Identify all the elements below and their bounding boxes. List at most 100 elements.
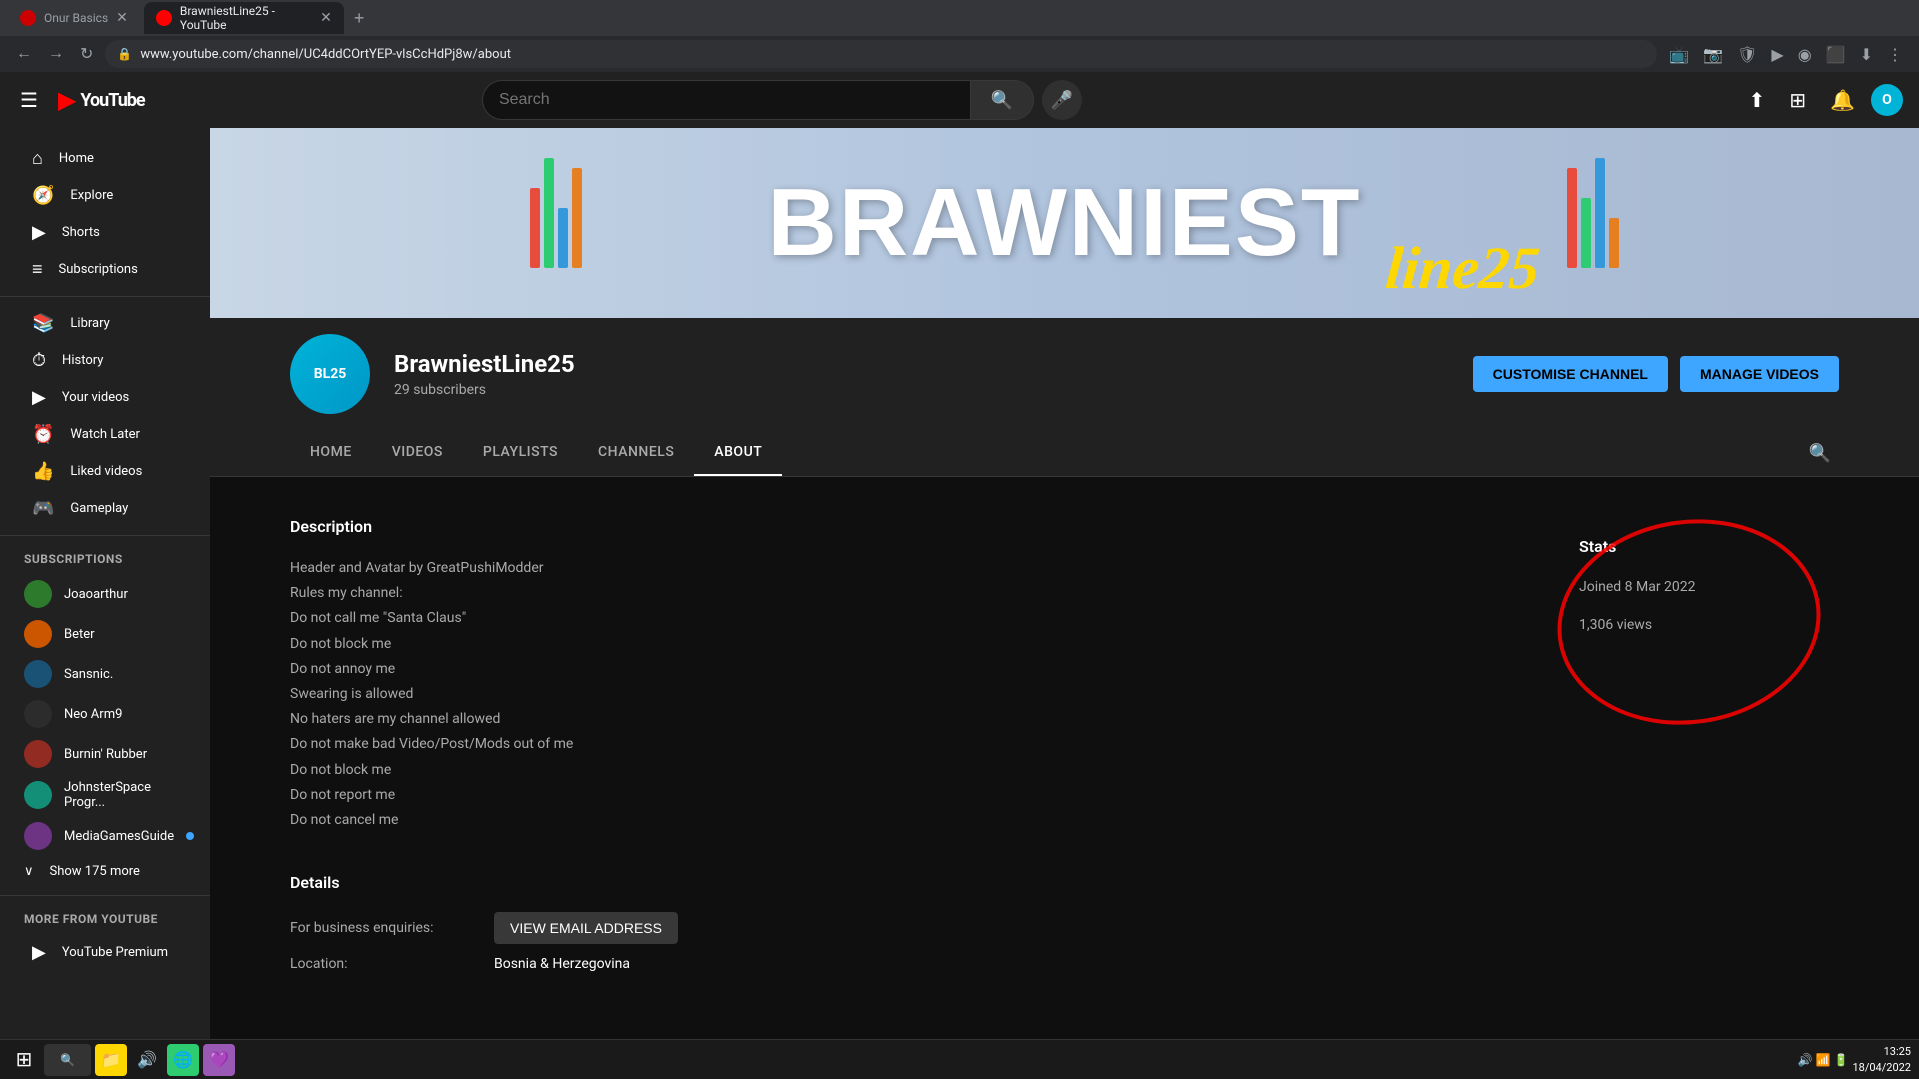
sub-joaoarthur[interactable]: Joaoarthur bbox=[0, 574, 210, 614]
photo-icon[interactable]: 📷 bbox=[1699, 41, 1727, 68]
banner-main-text: BRAWNIEST bbox=[768, 168, 1362, 278]
show-more-button[interactable]: ∨ Show 175 more bbox=[0, 856, 210, 887]
mic-button[interactable]: 🎤 bbox=[1042, 80, 1082, 120]
taskbar-app-3[interactable]: 🌐 bbox=[167, 1044, 199, 1076]
clock: 13:25 bbox=[1852, 1044, 1911, 1059]
date: 18/04/2022 bbox=[1852, 1060, 1911, 1075]
your-videos-icon: ▶ bbox=[32, 387, 46, 408]
settings-icon[interactable]: ⋮ bbox=[1883, 41, 1907, 68]
description-text: Header and Avatar by GreatPushiModder Ru… bbox=[290, 556, 1499, 833]
ext1-icon[interactable]: ▶ bbox=[1767, 41, 1787, 68]
search-taskbar-icon: 🔍 bbox=[60, 1053, 75, 1067]
url-box[interactable]: 🔒 www.youtube.com/channel/UC4ddCOrtYEP-v… bbox=[105, 40, 1657, 68]
tab-onur[interactable]: Onur Basics ✕ bbox=[8, 2, 140, 34]
view-email-button[interactable]: VIEW EMAIL ADDRESS bbox=[494, 912, 678, 944]
notifications-button[interactable]: 🔔 bbox=[1822, 80, 1863, 121]
sub-neoarm9[interactable]: Neo Arm9 bbox=[0, 694, 210, 734]
yt-header: ☰ ▶ YouTube 🔍 🎤 ⬆ ⊞ 🔔 O bbox=[0, 72, 1919, 128]
channel-banner: BRAWNIEST line25 bbox=[210, 128, 1919, 318]
stats-box: Stats Joined 8 Mar 2022 1,306 views bbox=[1559, 517, 1839, 673]
sidebar-label-home: Home bbox=[59, 151, 94, 166]
ext3-icon[interactable]: ⬛ bbox=[1822, 41, 1850, 68]
search-button[interactable]: 🔍 bbox=[970, 80, 1034, 120]
yt-logo[interactable]: ▶ YouTube bbox=[58, 86, 145, 114]
taskbar: ⊞ 🔍 📁 🔊 🌐 💜 🔊 📶 🔋 13:25 18/04/2022 bbox=[0, 1039, 1919, 1079]
sidebar-item-explore[interactable]: 🧭 Explore bbox=[8, 177, 202, 214]
sidebar-item-your-videos[interactable]: ▶ Your videos bbox=[8, 379, 202, 416]
search-icon: 🔍 bbox=[991, 90, 1013, 111]
sub-avatar-neoarm9 bbox=[24, 700, 52, 728]
search-input[interactable] bbox=[482, 80, 970, 120]
channel-avatar: BL25 bbox=[290, 334, 370, 414]
sub-name-sansnic: Sansnic. bbox=[64, 667, 113, 682]
taskbar-app-4[interactable]: 💜 bbox=[203, 1044, 235, 1076]
sub-avatar-sansnic bbox=[24, 660, 52, 688]
apps-button[interactable]: ⊞ bbox=[1781, 80, 1814, 121]
new-tab-button[interactable]: + bbox=[348, 8, 371, 29]
download-icon[interactable]: ⬇ bbox=[1856, 41, 1877, 68]
ext2-icon[interactable]: ◉ bbox=[1794, 41, 1816, 68]
sub-beter[interactable]: Beter bbox=[0, 614, 210, 654]
tab-close-onur[interactable]: ✕ bbox=[116, 10, 128, 26]
taskbar-search[interactable]: 🔍 bbox=[44, 1044, 91, 1076]
tab-yt[interactable]: BrawniestLine25 - YouTube ✕ bbox=[144, 2, 344, 34]
sub-avatar-beter bbox=[24, 620, 52, 648]
details-title: Details bbox=[290, 873, 1499, 892]
more-from-yt-title: MORE FROM YOUTUBE bbox=[24, 912, 186, 926]
taskbar-app-2[interactable]: 🔊 bbox=[131, 1044, 163, 1076]
hamburger-button[interactable]: ☰ bbox=[16, 84, 42, 117]
shorts-icon: ▶ bbox=[32, 222, 46, 243]
taskbar-right: 🔊 📶 🔋 13:25 18/04/2022 bbox=[1798, 1044, 1911, 1075]
tab-favicon-yt bbox=[156, 10, 172, 26]
sub-burnin-rubber[interactable]: Burnin' Rubber bbox=[0, 734, 210, 774]
sidebar-item-yt-premium[interactable]: ▶ YouTube Premium bbox=[8, 934, 202, 971]
desc-line-1: Rules my channel: bbox=[290, 581, 1499, 606]
tab-home[interactable]: HOME bbox=[290, 430, 372, 476]
tab-close-yt[interactable]: ✕ bbox=[320, 10, 332, 26]
channel-subs: 29 subscribers bbox=[394, 382, 1449, 398]
sidebar-item-library[interactable]: 📚 Library bbox=[8, 305, 202, 342]
yt-main: ⌂ Home 🧭 Explore ▶ Shorts ≡ Subscription… bbox=[0, 128, 1919, 1079]
taskbar-file-explorer[interactable]: 📁 bbox=[95, 1044, 127, 1076]
manage-videos-button[interactable]: MANAGE VIDEOS bbox=[1680, 356, 1839, 392]
tab-about[interactable]: ABOUT bbox=[694, 430, 782, 476]
upload-button[interactable]: ⬆ bbox=[1741, 80, 1774, 121]
sub-name-joaoarthur: Joaoarthur bbox=[64, 587, 128, 602]
watch-later-icon: ⏰ bbox=[32, 424, 54, 445]
lock-icon: 🔒 bbox=[117, 47, 132, 61]
sub-avatar-mediagamesguide bbox=[24, 822, 52, 850]
reload-button[interactable]: ↻ bbox=[76, 40, 97, 68]
sub-mediagamesguide[interactable]: MediaGamesGuide bbox=[0, 816, 210, 856]
customise-channel-button[interactable]: CUSTOMISE CHANNEL bbox=[1473, 356, 1668, 392]
yt-header-right: ⬆ ⊞ 🔔 O bbox=[1741, 80, 1903, 121]
yt-logo-text: YouTube bbox=[80, 90, 144, 111]
forward-button[interactable]: → bbox=[44, 41, 68, 67]
channel-search-button[interactable]: 🔍 bbox=[1801, 435, 1839, 472]
cast-icon[interactable]: 📺 bbox=[1665, 41, 1693, 68]
sidebar-item-subscriptions[interactable]: ≡ Subscriptions bbox=[8, 251, 202, 288]
sidebar-item-gameplay[interactable]: 🎮 Gameplay bbox=[8, 490, 202, 527]
tab-videos[interactable]: VIDEOS bbox=[372, 430, 463, 476]
details-row-location: Location: Bosnia & Herzegovina bbox=[290, 956, 1499, 972]
subscriptions-title: SUBSCRIPTIONS bbox=[24, 552, 186, 566]
sidebar-item-watch-later[interactable]: ⏰ Watch Later bbox=[8, 416, 202, 453]
sidebar-item-shorts[interactable]: ▶ Shorts bbox=[8, 214, 202, 251]
start-button[interactable]: ⊞ bbox=[8, 1044, 40, 1076]
back-button[interactable]: ← bbox=[12, 41, 36, 67]
sub-avatar-johnsterspace bbox=[24, 781, 52, 809]
channel-details: BrawniestLine25 29 subscribers bbox=[394, 350, 1449, 398]
sidebar-item-home[interactable]: ⌂ Home bbox=[8, 140, 202, 177]
tab-channels[interactable]: CHANNELS bbox=[578, 430, 694, 476]
sidebar-item-liked-videos[interactable]: 👍 Liked videos bbox=[8, 453, 202, 490]
sidebar-item-history[interactable]: ⏱ History bbox=[8, 342, 202, 379]
user-avatar[interactable]: O bbox=[1871, 84, 1903, 116]
subscriptions-section: SUBSCRIPTIONS bbox=[0, 544, 210, 574]
home-icon: ⌂ bbox=[32, 148, 43, 169]
desc-line-7: Do not make bad Video/Post/Mods out of m… bbox=[290, 732, 1499, 757]
sub-johnsterspace[interactable]: JohnsterSpace Progr... bbox=[0, 774, 210, 816]
sub-sansnic[interactable]: Sansnic. bbox=[0, 654, 210, 694]
about-right: Stats Joined 8 Mar 2022 1,306 views bbox=[1559, 517, 1839, 984]
shield-icon[interactable]: 🛡 bbox=[1733, 41, 1761, 68]
tab-title-onur: Onur Basics bbox=[44, 11, 108, 25]
tab-playlists[interactable]: PLAYLISTS bbox=[463, 430, 578, 476]
